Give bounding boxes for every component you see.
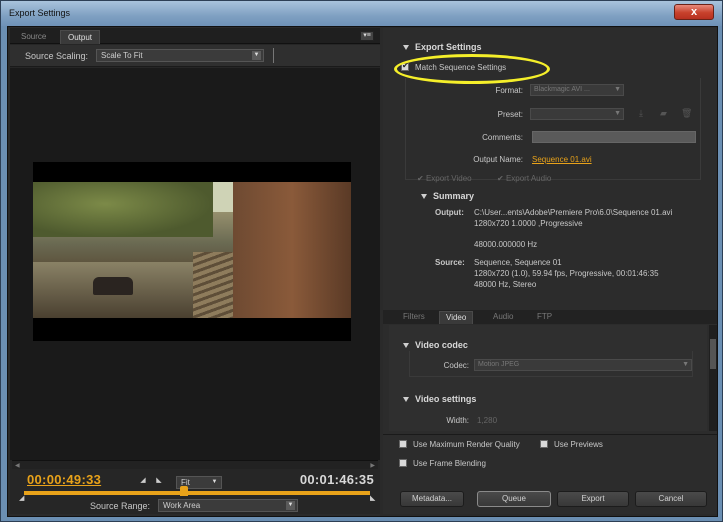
source-range-value: Work Area [163,501,201,510]
video-codec-header[interactable]: Video codec [403,340,468,350]
summary-source-video: 1280x720 (1.0), 59.94 fps, Progressive, … [474,269,659,278]
frame-blending-checkbox[interactable] [399,459,407,467]
preset-label: Preset: [497,110,523,119]
close-icon: x [690,6,698,18]
export-video-checkbox[interactable]: ✔ Export Video [417,174,472,183]
delete-preset-icon[interactable]: 🗑 [681,108,692,119]
codec-value: Motion JPEG [478,361,520,368]
width-value[interactable]: 1,280 [477,416,497,425]
dialog-client: Source Output ▾≡ Source Scaling: Scale T… [7,26,718,517]
scroll-left-icon[interactable]: ◀ [15,462,20,469]
settings-tabs: Filters Video Audio FTP [383,310,717,324]
duration-timecode: 00:01:46:35 [299,472,374,487]
use-previews-label: Use Previews [554,440,603,449]
codec-label: Codec: [443,361,469,370]
source-range-label: Source Range: [90,501,151,511]
preset-dropdown[interactable]: ▼ [530,108,624,120]
summary-output-audio: 48000.000000 Hz [474,240,538,249]
tab-filters[interactable]: Filters [397,311,431,324]
video-preview-area [10,68,380,460]
chevron-down-icon: ▼ [614,86,621,93]
current-timecode[interactable]: 00:00:49:33 [27,472,101,487]
export-settings-window: Export Settings x Source Output ▾≡ Sourc… [0,0,723,522]
export-settings-header[interactable]: Export Settings [403,42,482,52]
video-frame [33,162,351,341]
source-range-row: Source Range: Work Area ▼ [10,498,380,514]
tab-ftp[interactable]: FTP [531,311,558,324]
source-scaling-value: Scale To Fit [101,51,143,60]
title-bar: Export Settings x [1,1,722,26]
max-render-quality-checkbox[interactable] [399,440,407,448]
summary-source-name: Sequence, Sequence 01 [474,258,562,267]
summary-output-path: C:\User...ents\Adobe\Premiere Pro\6.0\Se… [474,208,673,217]
summary-header[interactable]: Summary [421,191,474,201]
tab-source[interactable]: Source [14,30,53,44]
chevron-down-icon: ▼ [614,110,621,117]
summary-source-audio: 48000 Hz, Stereo [474,280,537,289]
set-in-point-icon[interactable]: ◢ [138,476,148,486]
queue-button[interactable]: Queue [477,491,551,507]
metadata-button[interactable]: Metadata... [400,491,464,507]
chevron-down-icon: ▼ [286,501,295,510]
frame-blending-label: Use Frame Blending [413,459,486,468]
preview-tabs: Source Output ▾≡ [10,28,380,44]
summary-source-label: Source: [435,258,465,267]
chevron-down-icon: ▼ [682,361,689,368]
video-settings-header[interactable]: Video settings [403,394,476,404]
close-button[interactable]: x [674,4,714,20]
disclosure-triangle-icon [421,194,427,200]
preview-image [33,182,351,318]
output-name-label: Output Name: [473,155,523,164]
set-out-point-icon[interactable]: ◣ [154,476,164,486]
format-dropdown[interactable]: Blackmagic AVI ... ▼ [530,84,624,96]
disclosure-triangle-icon [403,397,409,403]
preview-panel: Source Output ▾≡ Source Scaling: Scale T… [10,28,380,514]
tab-audio[interactable]: Audio [487,311,519,324]
format-value: Blackmagic AVI ... [534,86,590,93]
settings-scrollbar[interactable] [709,325,717,431]
render-options: Use Maximum Render Quality Use Previews … [383,434,717,514]
source-scaling-label: Source Scaling: [25,51,89,61]
scroll-right-icon[interactable]: ▶ [370,462,375,469]
save-preset-icon[interactable]: ⤓ [639,108,643,119]
comments-input[interactable] [532,131,696,143]
source-range-dropdown[interactable]: Work Area ▼ [158,499,298,512]
disclosure-triangle-icon [403,45,409,51]
video-settings-panel: Video codec Codec: Motion JPEG ▼ Video s… [389,325,707,431]
chevron-down-icon: ▼ [211,479,218,485]
summary-output-label: Output: [435,208,464,217]
max-render-quality-label: Use Maximum Render Quality [413,440,520,449]
import-preset-icon[interactable]: ▰ [660,108,667,119]
tab-output[interactable]: Output [60,30,101,44]
export-settings-panel: Export Settings Match Sequence Settings … [383,28,717,514]
chevron-down-icon: ▼ [252,51,261,60]
divider [273,48,274,63]
use-previews-checkbox[interactable] [540,440,548,448]
width-label: Width: [446,416,469,425]
source-scaling-row: Source Scaling: Scale To Fit ▼ [10,45,380,67]
summary-output-video: 1280x720 1.0000 ,Progressive [474,219,583,228]
source-scaling-dropdown[interactable]: Scale To Fit ▼ [96,49,264,62]
comments-label: Comments: [482,133,523,142]
export-button[interactable]: Export [557,491,629,507]
output-name-link[interactable]: Sequence 01.avi [532,155,592,164]
tab-video[interactable]: Video [439,311,474,324]
scrollbar-thumb[interactable] [710,339,716,369]
codec-dropdown[interactable]: Motion JPEG ▼ [474,359,692,371]
format-label: Format: [495,86,523,95]
timeline-bar[interactable] [24,491,370,495]
disclosure-triangle-icon [403,343,409,349]
export-audio-checkbox[interactable]: ✔ Export Audio [497,174,551,183]
preview-scrollbar[interactable]: ◀ ▶ [12,460,378,469]
cancel-button[interactable]: Cancel [635,491,707,507]
panel-menu-icon[interactable]: ▾≡ [360,31,374,41]
window-title: Export Settings [9,8,71,18]
